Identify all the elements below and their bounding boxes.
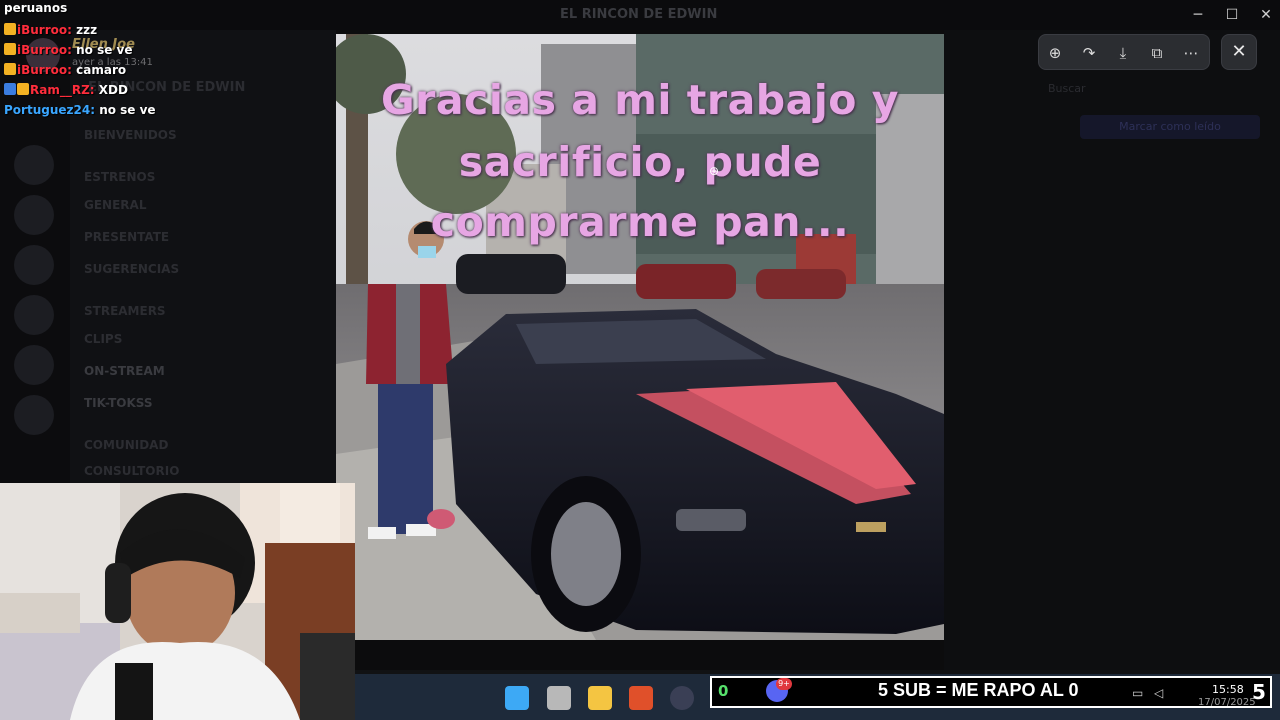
notification-count[interactable]: 5 — [1252, 680, 1266, 704]
chat-message: iBurroo: zzz — [0, 20, 240, 40]
window-title: EL RINCON DE EDWIN — [560, 7, 718, 22]
volume-icon[interactable]: ◁ — [1154, 687, 1168, 699]
channel-general[interactable]: GENERAL — [84, 198, 146, 212]
category-estrenos[interactable]: ESTRENOS — [84, 170, 155, 184]
channel-presentate[interactable]: PRESENTATE — [84, 230, 169, 244]
download-icon[interactable]: ⤓ — [1111, 41, 1135, 65]
zoom-cursor-icon: ⊕ — [709, 164, 720, 178]
crown-badge-icon — [4, 43, 16, 55]
brave-browser-icon[interactable] — [629, 686, 653, 710]
sub-count: 0 — [718, 682, 729, 700]
chat-message-text: no se ve — [76, 43, 133, 57]
chat-username: Ram__RZ: — [30, 83, 95, 97]
screen: EL RINCON DE EDWIN ─ ☐ ✕ EL RINCON DE ED… — [0, 0, 1280, 720]
chat-username: Portuguez24: — [4, 103, 95, 117]
mark-as-read-button[interactable]: Marcar como leído — [1080, 115, 1260, 139]
category-streamers[interactable]: STREAMERS — [84, 304, 166, 318]
sub-goal-banner: 0 9+ 5 SUB = ME RAPO AL 0 ▭ ◁ 15:58 17/0… — [710, 676, 1272, 708]
crown-badge-icon — [4, 63, 16, 75]
meme-caption-line: Gracias a mi trabajo y — [381, 76, 899, 124]
more-icon[interactable]: ⋯ — [1179, 41, 1203, 65]
meme-caption-line: comprarme pan... — [430, 198, 850, 246]
search-input[interactable]: Buscar — [1048, 82, 1086, 95]
chat-message-text: no se ve — [99, 103, 156, 117]
channel-bienvenidos[interactable]: BIENVENIDOS — [84, 128, 177, 142]
crown-badge-icon — [4, 23, 16, 35]
chat-message: Ram__RZ: XDD — [0, 80, 240, 100]
server-icon[interactable] — [14, 195, 54, 235]
chat-message-text: zzz — [76, 23, 98, 37]
window-close-button[interactable]: ✕ — [1256, 6, 1276, 24]
channel-clips[interactable]: CLIPS — [84, 332, 122, 346]
task-view-icon[interactable] — [547, 686, 571, 710]
forward-icon[interactable]: ↷ — [1077, 41, 1101, 65]
channel-tik-tokss[interactable]: TIK-TOKSS — [84, 396, 153, 410]
channel-consultorio[interactable]: CONSULTORIO — [84, 464, 179, 478]
network-icon[interactable]: ▭ — [1132, 687, 1146, 699]
chat-message: Portuguez24: no se ve — [0, 100, 240, 120]
prime-badge-icon — [4, 83, 16, 95]
meme-image: Gracias a mi trabajo y sacrificio, pude … — [336, 34, 944, 640]
photo-scene — [336, 34, 944, 640]
clock-date[interactable]: 17/07/2025 — [1198, 697, 1256, 708]
start-icon[interactable] — [505, 686, 529, 710]
image-viewer-toolbar: ⊕ ↷ ⤓ ⧉ ⋯ — [1038, 34, 1210, 70]
chat-username: iBurroo: — [17, 23, 72, 37]
open-external-icon[interactable]: ⧉ — [1145, 41, 1169, 65]
chat-message-text: camaro — [76, 63, 127, 77]
chat-message: iBurroo: no se ve — [0, 40, 240, 60]
server-icon[interactable] — [14, 345, 54, 385]
maximize-button[interactable]: ☐ — [1222, 6, 1242, 24]
webcam-feed — [0, 483, 355, 720]
zoom-icon[interactable]: ⊕ — [1043, 41, 1067, 65]
chat-message: iBurroo: camaro — [0, 60, 240, 80]
crown-badge-icon — [17, 83, 29, 95]
chat-username: iBurroo: — [17, 43, 72, 57]
file-explorer-icon[interactable] — [588, 686, 612, 710]
channel-on-stream[interactable]: ON-STREAM — [84, 364, 165, 378]
minimize-button[interactable]: ─ — [1188, 6, 1208, 24]
server-icon[interactable] — [14, 295, 54, 335]
channel-sugerencias[interactable]: SUGERENCIAS — [84, 262, 179, 276]
chat-message: peruanos — [0, 0, 240, 16]
server-icon[interactable] — [14, 245, 54, 285]
clock-time[interactable]: 15:58 — [1212, 683, 1244, 696]
category-comunidad[interactable]: COMUNIDAD — [84, 438, 168, 452]
close-icon[interactable]: ✕ — [1221, 34, 1257, 70]
chat-message-text: peruanos — [4, 1, 68, 15]
webcam-scene — [0, 483, 355, 720]
chat-message-text: XDD — [98, 83, 128, 97]
chat-username: iBurroo: — [17, 63, 72, 77]
server-icon[interactable] — [14, 145, 54, 185]
server-icon[interactable] — [14, 395, 54, 435]
meme-caption-line: sacrificio, pude — [458, 138, 822, 186]
obs-icon[interactable] — [670, 686, 694, 710]
sub-goal-text: 5 SUB = ME RAPO AL 0 — [878, 680, 1079, 700]
discord-notification-badge: 9+ — [776, 678, 792, 690]
stream-chat-overlay: peruanos iBurroo: zzz iBurroo: no se ve … — [0, 0, 240, 120]
